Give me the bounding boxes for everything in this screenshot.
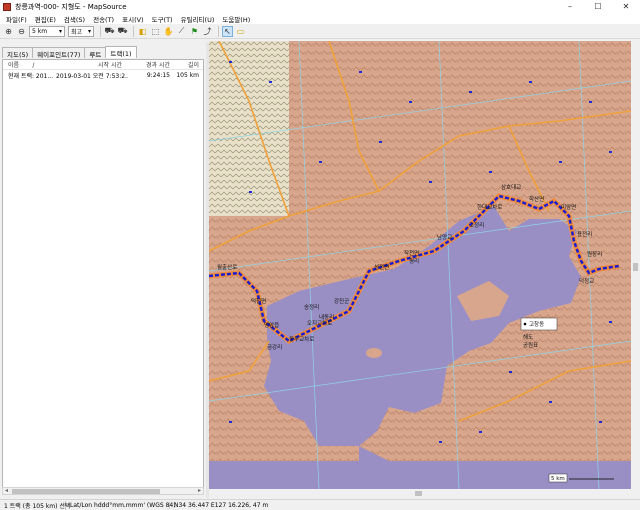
menu-bar: 파일(F) 편집(E) 검색(S) 전송(T) 표시(V) 도구(T) 유틸리티… — [0, 13, 640, 24]
close-button[interactable]: ✕ — [612, 0, 640, 13]
menu-search[interactable]: 검색(S) — [60, 14, 89, 24]
column-header-length[interactable]: 길이 — [172, 60, 203, 69]
scale-select[interactable]: 5 km ▾ — [29, 25, 65, 37]
status-position: N34 36.447 E127 16.226, 47 m — [174, 501, 269, 509]
track-start-time: 2019-03-01 오전 7:53:2... — [56, 72, 128, 80]
minimize-button[interactable]: – — [556, 0, 584, 13]
status-track-info: 1 트랙 (총 105 km) 선택 — [0, 500, 70, 510]
window-title: 창릉과역-000- 지형도 - MapSource — [15, 2, 127, 11]
map-label: 작천면 — [404, 249, 419, 257]
tab-maps[interactable]: 지도(5) — [2, 47, 34, 59]
sea-area-south — [209, 461, 631, 489]
toolbar-separator — [218, 25, 219, 37]
map-label: 한대교차로 — [477, 203, 502, 211]
map-vertical-scrollbar[interactable] — [631, 41, 640, 489]
popup-line2: 공원표 — [523, 341, 538, 349]
toolbar-separator — [100, 25, 101, 37]
menu-tools[interactable]: 도구(T) — [148, 14, 177, 24]
map-label: 용전리 — [577, 230, 592, 238]
list-horizontal-scrollbar[interactable]: ◂ ▸ — [2, 487, 204, 495]
chevron-down-icon: ▾ — [58, 27, 62, 35]
map-label: 덕정교 — [579, 278, 594, 285]
map-label: 삼호대교 — [501, 183, 521, 191]
track-length: 105 km — [176, 71, 199, 79]
scrollbar-thumb[interactable] — [633, 263, 638, 271]
map-label: 평리 — [409, 257, 419, 265]
column-header-start[interactable]: 시작 시간 — [53, 60, 128, 69]
menu-view[interactable]: 표시(V) — [118, 14, 147, 24]
map-label: 내동리 — [319, 313, 334, 321]
menu-utilities[interactable]: 유틸리티(U) — [177, 14, 219, 24]
tab-waypoints[interactable]: 웨이포인트(77) — [32, 47, 86, 59]
hand-tool-icon[interactable]: ✋ — [163, 26, 174, 37]
popup-line1: 해도 — [523, 333, 533, 341]
toolbar: ⊕ ⊖ 5 km ▾ 최고 ▾ ⛟ ⛟ ◧ ⬚ ✋ ⟋ ⚑ ⤴ ↖ ▭ — [0, 24, 640, 39]
menu-edit[interactable]: 편집(E) — [31, 14, 60, 24]
status-bar: 1 트랙 (총 105 km) 선택 Lat/Lon hddd°mm.mmm' … — [0, 499, 640, 510]
zoom-tool-icon[interactable]: ◧ — [137, 26, 148, 37]
island — [366, 348, 382, 358]
scroll-left-icon[interactable]: ◂ — [5, 487, 8, 494]
map-canvas[interactable]: 월출산로 덕진면 영암읍 동무교차로 오지교차로 강진군 성전면 작천면 남양교… — [209, 41, 631, 489]
zoom-out-icon[interactable]: ⊖ — [16, 26, 27, 37]
track-list-header: 이름 / 시작 시간 경과 시간 길이 — [3, 60, 203, 70]
toolbar-separator — [133, 25, 134, 37]
track-list: 이름 / 시작 시간 경과 시간 길이 현재 트랙: 201... 2019-0… — [2, 59, 204, 490]
unmapped-area — [209, 41, 289, 216]
scale-select-value: 5 km — [32, 27, 48, 35]
waypoint-tool-icon[interactable]: ⚑ — [189, 26, 200, 37]
send-to-device-icon[interactable]: ⛟ — [117, 26, 128, 37]
map-label: 금강리 — [267, 343, 282, 351]
track-name: 현재 트랙: 201... — [8, 72, 53, 80]
map-label: 영암읍 — [264, 321, 279, 329]
scale-label: 5 km — [551, 476, 565, 482]
tab-tracks[interactable]: 트랙(1) — [105, 46, 137, 58]
title-bar: 창릉과역-000- 지형도 - MapSource – ☐ ✕ — [0, 0, 640, 13]
scroll-right-icon[interactable]: ▸ — [198, 487, 201, 494]
app-icon — [3, 2, 11, 11]
scrollbar-thumb[interactable] — [415, 491, 422, 496]
map-label: 미암면 — [561, 203, 576, 211]
map-label: 성전면 — [374, 263, 389, 271]
map-label: 동무교차로 — [289, 335, 314, 343]
map-label: 월출산로 — [217, 263, 237, 271]
detail-select-value: 최고 — [71, 28, 83, 36]
table-row[interactable]: 현재 트랙: 201... 2019-03-01 오전 7:53:2... 9:… — [3, 70, 203, 80]
tab-routes[interactable]: 루트 — [84, 47, 107, 59]
status-coord-format: Lat/Lon hddd°mm.mmm' (WGS 84) — [66, 501, 176, 509]
map-label: 학산면 — [529, 195, 544, 203]
column-header-name[interactable]: 이름 / — [3, 60, 53, 69]
data-panel: 지도(5) 웨이포인트(77) 루트 트랙(1) 이름 / 시작 시간 경과 시… — [0, 42, 206, 498]
detail-select[interactable]: 최고 ▾ — [68, 25, 94, 37]
route-tool-icon[interactable]: ⤴ — [202, 26, 213, 37]
zoom-in-icon[interactable]: ⊕ — [3, 26, 14, 37]
select-zoom-icon[interactable]: ⬚ — [150, 26, 161, 37]
track-elapsed-time: 9:24:15 — [146, 71, 170, 79]
map-label: 덕진면 — [251, 297, 266, 305]
maximize-button[interactable]: ☐ — [584, 0, 612, 13]
map-label: 송정리 — [304, 303, 319, 311]
receive-from-device-icon[interactable]: ⛟ — [104, 26, 115, 37]
column-header-elapsed[interactable]: 경과 시간 — [128, 60, 172, 69]
menu-transfer[interactable]: 전송(T) — [89, 14, 118, 24]
selection-tool-icon[interactable]: ↖ — [222, 25, 233, 37]
map-horizontal-scrollbar[interactable] — [209, 489, 631, 498]
popup-title: 고창동 — [529, 320, 544, 328]
map-label: 고정리 — [469, 221, 484, 229]
mapsource-window: 창릉과역-000- 지형도 - MapSource – ☐ ✕ 파일(F) 편집… — [0, 0, 640, 510]
map-label: 남양교 — [437, 233, 452, 241]
scrollbar-thumb[interactable] — [12, 489, 160, 494]
menu-help[interactable]: 도움말(H) — [218, 14, 254, 24]
menu-file[interactable]: 파일(F) — [2, 14, 31, 24]
map-view[interactable]: 월출산로 덕진면 영암읍 동무교차로 오지교차로 강진군 성전면 작천면 남양교… — [209, 41, 631, 489]
distance-tool-icon[interactable]: ⟋ — [176, 26, 187, 37]
map-label: 원장리 — [587, 250, 602, 258]
panel-tabs: 지도(5) 웨이포인트(77) 루트 트랙(1) — [2, 46, 137, 59]
chevron-down-icon: ▾ — [87, 27, 91, 35]
map-label: 강진군 — [334, 297, 349, 305]
measure-tool-icon[interactable]: ▭ — [235, 26, 246, 37]
